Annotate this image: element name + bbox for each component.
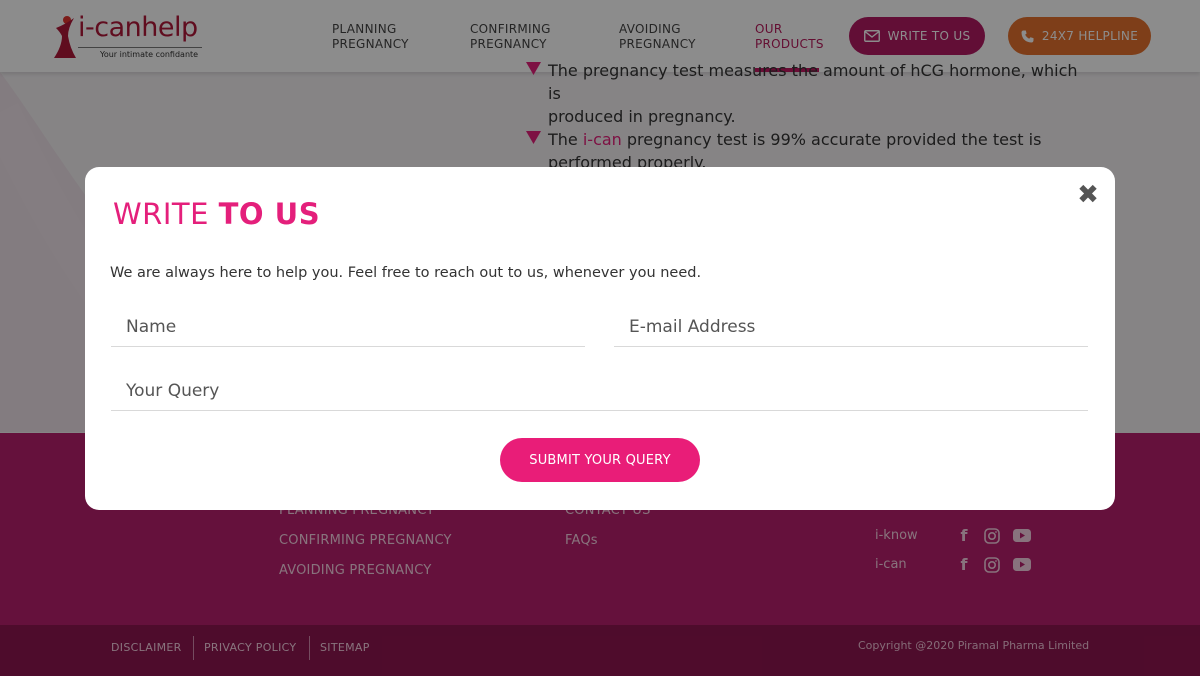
modal-description: We are always here to help you. Feel fre… (110, 265, 702, 281)
query-field[interactable] (111, 371, 1088, 411)
modal-title-part2: TO US (218, 197, 321, 231)
email-field[interactable] (614, 307, 1088, 347)
submit-query-button[interactable]: SUBMIT YOUR QUERY (500, 438, 700, 482)
name-field[interactable] (111, 307, 585, 347)
modal-title-part1: WRITE (113, 197, 219, 231)
close-icon[interactable]: ✖ (1077, 182, 1099, 208)
modal-title: WRITE TO US (113, 197, 320, 231)
write-to-us-modal: ✖ WRITE TO US We are always here to help… (85, 167, 1115, 510)
